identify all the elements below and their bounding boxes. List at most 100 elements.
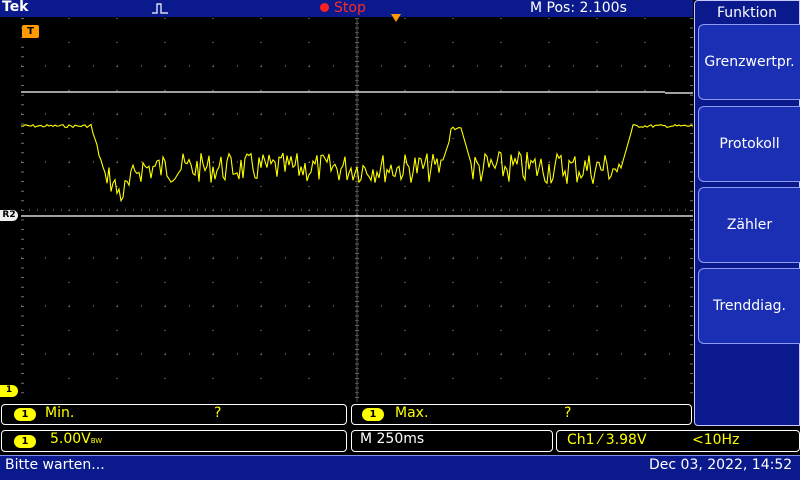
grid-dot xyxy=(308,42,310,43)
grid-dot xyxy=(533,209,534,211)
grid-dot xyxy=(501,353,502,355)
grid-dot xyxy=(525,353,526,355)
edge-tick xyxy=(21,306,24,307)
grid-dot xyxy=(116,378,118,379)
grid-dot xyxy=(548,282,550,283)
grid-dot xyxy=(261,257,262,259)
edge-tick xyxy=(21,190,24,192)
grid-dot xyxy=(285,113,286,115)
grid-dot xyxy=(189,209,190,211)
grid-dot xyxy=(189,305,190,307)
grid-dot xyxy=(453,257,454,259)
grid-dot xyxy=(500,234,502,235)
grid-dot xyxy=(309,305,310,307)
grid-dot xyxy=(573,257,574,259)
grid-dot xyxy=(645,257,646,259)
center-vertical-axis xyxy=(356,18,358,402)
grid-dot xyxy=(325,209,326,211)
grid-dot xyxy=(165,209,166,211)
grid-dot xyxy=(501,113,502,115)
grid-dot xyxy=(429,161,430,163)
trigger-level-marker[interactable]: T xyxy=(22,25,39,38)
grid-dot xyxy=(349,209,350,211)
grid-dot xyxy=(165,65,166,67)
grid-dot xyxy=(645,209,646,211)
channel-1-marker[interactable]: 1 xyxy=(0,385,18,397)
grid-dot xyxy=(429,305,430,307)
waveform-display[interactable] xyxy=(21,18,693,402)
grid-dot xyxy=(212,42,214,43)
trigger-position-icon xyxy=(391,14,401,22)
grid-dot xyxy=(477,209,478,211)
measurement-min-value: ? xyxy=(214,405,222,421)
grid-dot xyxy=(644,138,646,139)
grid-dot xyxy=(333,161,334,163)
grid-dot xyxy=(500,378,502,379)
grid-dot xyxy=(117,65,118,67)
grid-dot xyxy=(213,65,214,67)
grid-dot xyxy=(164,186,166,187)
grid-dot xyxy=(381,65,382,67)
menu-button-trend-plot[interactable]: Trenddiag. xyxy=(698,268,800,344)
grid-dot xyxy=(260,186,262,187)
grid-dot xyxy=(621,305,622,307)
grid-dot xyxy=(597,305,598,307)
grid-dot xyxy=(644,234,646,235)
grid-dot xyxy=(596,282,598,283)
grid-dot xyxy=(212,330,214,331)
grid-dot xyxy=(253,209,254,211)
grid-dot xyxy=(165,113,166,115)
edge-tick xyxy=(21,334,24,336)
ref-r2-marker[interactable]: R2 xyxy=(0,210,18,221)
edge-tick xyxy=(21,75,24,77)
edge-tick xyxy=(690,46,693,48)
grid-dot xyxy=(308,330,310,331)
grid-dot xyxy=(397,209,398,211)
grid-dot xyxy=(341,209,342,211)
menu-button-log[interactable]: Protokoll xyxy=(698,106,800,182)
grid-dot xyxy=(173,209,174,211)
grid-dot xyxy=(309,353,310,355)
grid-dot xyxy=(525,113,526,115)
grid-dot xyxy=(669,65,670,67)
edge-tick xyxy=(21,162,24,163)
grid-dot xyxy=(333,353,334,355)
grid-dot xyxy=(597,353,598,355)
edge-tick xyxy=(690,373,693,374)
edge-tick xyxy=(690,171,693,173)
grid-dot xyxy=(597,209,598,211)
grid-dot xyxy=(404,18,406,19)
grid-dot xyxy=(164,378,166,379)
edge-tick xyxy=(690,181,693,182)
grid-dot xyxy=(557,209,558,211)
grid-dot xyxy=(212,138,214,139)
grid-dot xyxy=(260,42,262,43)
grid-dot xyxy=(453,161,454,163)
menu-button-counter[interactable]: Zähler xyxy=(698,187,800,263)
grid-dot xyxy=(212,282,214,283)
grid-dot xyxy=(500,186,502,187)
grid-dot xyxy=(285,209,286,211)
grid-dot xyxy=(68,18,70,19)
grid-dot xyxy=(45,113,46,115)
grid-dot xyxy=(205,209,206,211)
grid-dot xyxy=(189,257,190,259)
grid-dot xyxy=(452,234,454,235)
grid-dot xyxy=(677,209,678,211)
grid-dot xyxy=(621,113,622,115)
grid-dot xyxy=(308,186,310,187)
grid-dot xyxy=(213,257,214,259)
edge-tick xyxy=(21,219,24,221)
grid-dot xyxy=(525,209,526,211)
menu-button-limit-test[interactable]: Grenzwertpr. xyxy=(698,24,800,100)
vertical-scale-value: 5.00VBW xyxy=(50,431,103,447)
grid-dot xyxy=(260,378,262,379)
edge-tick xyxy=(21,382,24,384)
grid-dot xyxy=(53,209,54,211)
grid-dot xyxy=(68,234,70,235)
edge-tick xyxy=(690,123,693,125)
grid-dot xyxy=(405,353,406,355)
grid-dot xyxy=(404,42,406,43)
graticule xyxy=(21,18,693,402)
grid-dot xyxy=(141,353,142,355)
